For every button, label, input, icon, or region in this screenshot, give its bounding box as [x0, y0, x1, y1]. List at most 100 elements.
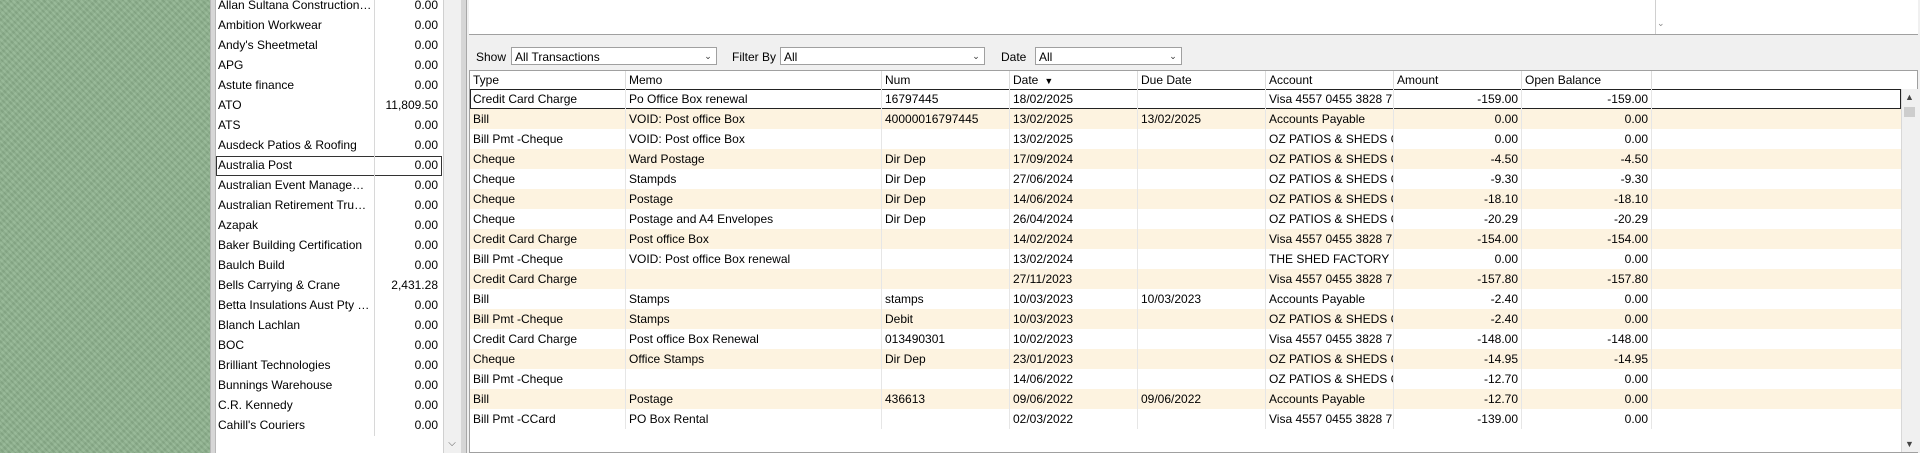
cell-open-balance: 0.00 [1522, 289, 1652, 309]
vendor-name: Ausdeck Patios & Roofing [218, 138, 357, 152]
vendor-balance: 0.00 [414, 158, 438, 172]
notes-box[interactable]: ⌄ [469, 0, 1918, 35]
vendor-name: Australia Post [218, 158, 293, 172]
list-item[interactable]: Astute finance 0.00 [216, 76, 442, 96]
table-row[interactable]: Bill Stamps stamps 10/03/2023 10/03/2023 Acco… [470, 289, 1901, 309]
cell-type: Credit Card Charge [470, 229, 626, 249]
cell-account: OZ PATIOS & SHEDS CAIRNS [1266, 189, 1394, 209]
table-row[interactable]: Cheque Postage Dir Dep 14/06/2024 OZ PATIOS … [470, 189, 1901, 209]
list-item[interactable]: Betta Insulations Aust Pty Ltd 0.00 [216, 296, 442, 316]
vendor-name: APG [218, 58, 244, 72]
column-header-memo[interactable]: Memo [626, 71, 882, 89]
cell-account: Accounts Payable [1266, 389, 1394, 409]
vendor-name: Blanch Lachlan [218, 318, 301, 332]
column-separator [374, 96, 375, 116]
column-header-num[interactable]: Num [882, 71, 1010, 89]
column-separator [374, 176, 375, 196]
table-row[interactable]: Credit Card Charge 27/11/2023 Visa 4557 04… [470, 269, 1901, 289]
cell-memo: Stamps [626, 289, 882, 309]
list-item[interactable]: Australia Post 0.00 [216, 156, 442, 176]
list-item[interactable]: APG 0.00 [216, 56, 442, 76]
list-item[interactable]: Ausdeck Patios & Roofing 0.00 [216, 136, 442, 156]
list-item[interactable]: ATS 0.00 [216, 116, 442, 136]
table-row[interactable]: Bill VOID: Post office Box 40000016797445 1… [470, 109, 1901, 129]
vendor-name: Cahill's Couriers [218, 418, 305, 432]
column-header-label: Open Balance [1525, 73, 1602, 87]
vendor-name: Australian Event Managemen... [218, 178, 372, 192]
cell-account: OZ PATIOS & SHEDS CAIRNS [1266, 209, 1394, 229]
scroll-thumb[interactable] [1904, 107, 1915, 117]
table-row[interactable]: Cheque Office Stamps Dir Dep 23/01/2023 OZ P… [470, 349, 1901, 369]
cell-amount: 0.00 [1394, 249, 1522, 269]
cell-account: Visa 4557 0455 3828 7131 [1266, 269, 1394, 289]
column-header-date[interactable]: Date ▼ [1010, 71, 1138, 89]
transactions-table: Type Memo Num Date ▼ Due Date Account Amount Ope… [469, 70, 1918, 453]
column-header-open-balance[interactable]: Open Balance [1522, 71, 1652, 89]
table-row[interactable]: Bill Postage 436613 09/06/2022 09/06/2022 Acc… [470, 389, 1901, 409]
column-header-amount[interactable]: Amount [1394, 71, 1522, 89]
list-item[interactable]: Bells Carrying & Crane 2,431.28 [216, 276, 442, 296]
show-select[interactable]: All Transactions ⌄ [511, 47, 717, 65]
list-item[interactable]: Brilliant Technologies 0.00 [216, 356, 442, 376]
show-label: Show [476, 50, 507, 64]
cell-memo: VOID: Post office Box renewal [626, 249, 882, 269]
table-row[interactable]: Bill Pmt -CCard PO Box Rental 02/03/2022 Vi… [470, 409, 1901, 429]
vendor-list-scrollbar[interactable]: ⌵ [443, 0, 461, 453]
table-row[interactable]: Cheque Postage and A4 Envelopes Dir Dep 26/… [470, 209, 1901, 229]
vendor-name: Bells Carrying & Crane [218, 278, 341, 292]
vendor-balance: 0.00 [414, 198, 438, 212]
cell-memo: Ward Postage [626, 149, 882, 169]
cell-num: Dir Dep [882, 209, 1010, 229]
cell-date: 13/02/2024 [1010, 249, 1138, 269]
table-row[interactable]: Credit Card Charge Post office Box 14/02/2… [470, 229, 1901, 249]
list-item[interactable]: Azapak 0.00 [216, 216, 442, 236]
list-item[interactable]: BOC 0.00 [216, 336, 442, 356]
cell-open-balance: 0.00 [1522, 129, 1652, 149]
date-label: Date [1001, 50, 1027, 64]
list-item[interactable]: Cahill's Couriers 0.00 [216, 416, 442, 436]
column-header-due-date[interactable]: Due Date [1138, 71, 1266, 89]
list-item[interactable]: Baker Building Certification 0.00 [216, 236, 442, 256]
column-header-label: Memo [629, 73, 663, 87]
table-row[interactable]: Bill Pmt -Cheque VOID: Post office Box re… [470, 249, 1901, 269]
list-item[interactable]: Allan Sultana Construction Pt... 0.00 [216, 0, 442, 16]
list-item[interactable]: Bunnings Warehouse 0.00 [216, 376, 442, 396]
table-row[interactable]: Cheque Ward Postage Dir Dep 17/09/2024 OZ PA… [470, 149, 1901, 169]
list-item[interactable]: Ambition Workwear 0.00 [216, 16, 442, 36]
cell-due-date [1138, 369, 1266, 389]
cell-open-balance: 0.00 [1522, 409, 1652, 429]
vendor-balance: 0.00 [414, 238, 438, 252]
chevron-down-icon[interactable]: ⌄ [1657, 18, 1665, 29]
table-row[interactable]: Credit Card Charge Post office Box Renewa… [470, 329, 1901, 349]
table-row[interactable]: Bill Pmt -Cheque 14/06/2022 OZ PATIOS & SH… [470, 369, 1901, 389]
column-header-type[interactable]: Type [470, 71, 626, 89]
list-item[interactable]: Baulch Build 0.00 [216, 256, 442, 276]
list-item[interactable]: C.R. Kennedy 0.00 [216, 396, 442, 416]
cell-date: 18/02/2025 [1010, 89, 1138, 109]
table-row[interactable]: Bill Pmt -Cheque VOID: Post office Box 13/… [470, 129, 1901, 149]
cell-date: 10/03/2023 [1010, 309, 1138, 329]
list-item[interactable]: ATO 11,809.50 [216, 96, 442, 116]
chevron-down-icon[interactable]: ⌵ [447, 439, 457, 449]
column-header-account[interactable]: Account [1266, 71, 1394, 89]
chevron-down-icon[interactable]: ▼ [1905, 439, 1914, 449]
table-row[interactable]: Bill Pmt -Cheque Stamps Debit 10/03/2023 OZ … [470, 309, 1901, 329]
chevron-up-icon[interactable]: ▲ [1905, 92, 1914, 102]
cell-memo: Postage [626, 189, 882, 209]
table-scrollbar[interactable]: ▲ ▼ [1901, 89, 1918, 452]
list-item[interactable]: Australian Event Managemen... 0.00 [216, 176, 442, 196]
list-item[interactable]: Andy's Sheetmetal 0.00 [216, 36, 442, 56]
chevron-down-icon: ⌄ [704, 51, 712, 61]
list-item[interactable]: Blanch Lachlan 0.00 [216, 316, 442, 336]
cell-memo: Stampds [626, 169, 882, 189]
list-item[interactable]: Australian Retirement Trust (... 0.00 [216, 196, 442, 216]
cell-open-balance: -20.29 [1522, 209, 1652, 229]
vendor-balance: 0.00 [414, 18, 438, 32]
column-header-label: Account [1269, 73, 1313, 87]
date-select[interactable]: All ⌄ [1035, 47, 1182, 65]
filterby-select[interactable]: All ⌄ [780, 47, 985, 65]
cell-date: 09/06/2022 [1010, 389, 1138, 409]
table-row[interactable]: Credit Card Charge Po Office Box renewal 1… [470, 89, 1901, 109]
cell-date: 14/06/2022 [1010, 369, 1138, 389]
table-row[interactable]: Cheque Stampds Dir Dep 27/06/2024 OZ PATIOS … [470, 169, 1901, 189]
